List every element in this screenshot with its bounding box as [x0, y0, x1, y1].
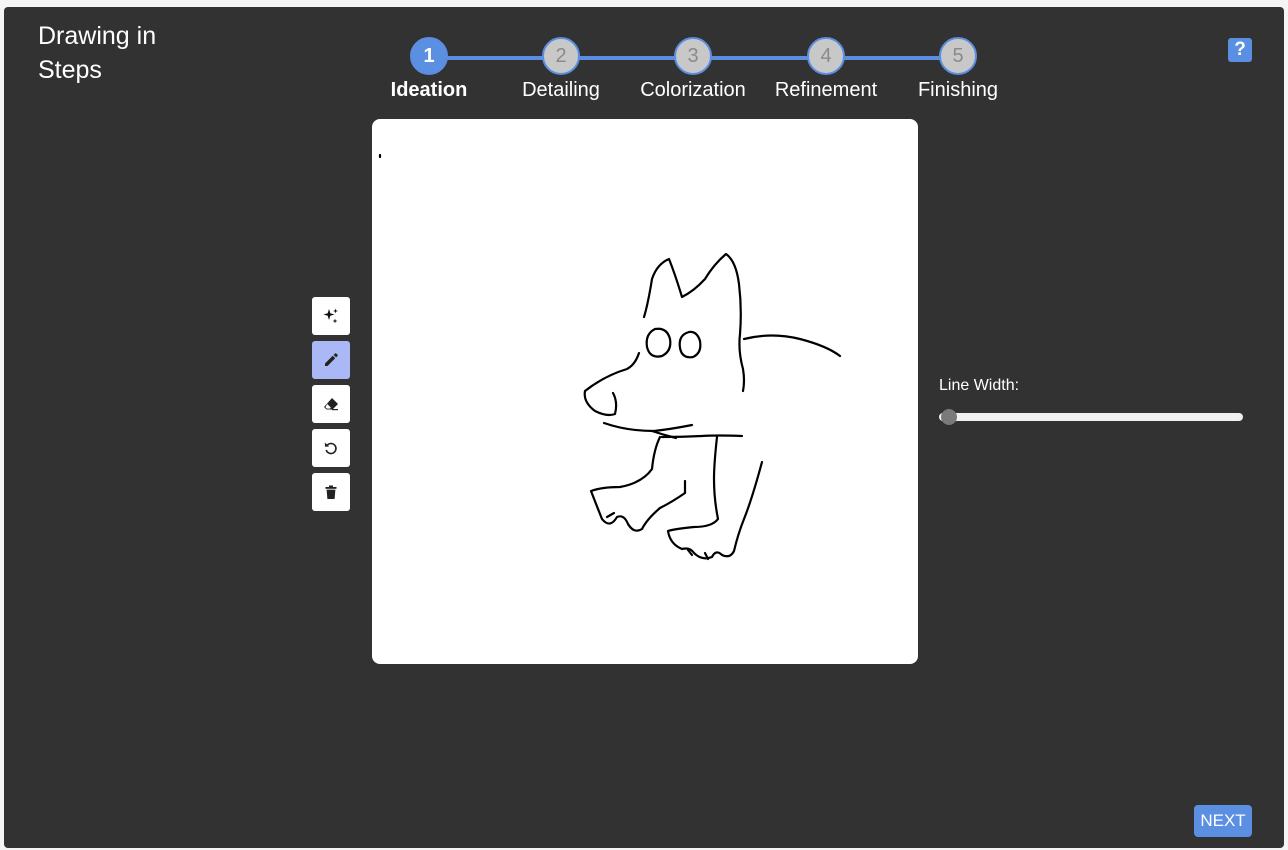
step-progress: 1 Ideation 2 Detailing 3 Colorization 4 …: [384, 37, 1024, 112]
undo-button[interactable]: [312, 429, 350, 467]
step-ideation[interactable]: 1 Ideation: [363, 37, 495, 103]
step-colorization[interactable]: 3 Colorization: [627, 37, 759, 103]
trash-icon: [325, 485, 337, 499]
pencil-icon: [325, 353, 338, 366]
sketch-drawing: [378, 153, 842, 561]
eraser-icon: [324, 398, 338, 411]
help-button[interactable]: ?: [1228, 38, 1252, 62]
eraser-tool-button[interactable]: [312, 385, 350, 423]
undo-icon: [324, 442, 337, 455]
line-width-label: Line Width:: [939, 377, 1020, 394]
drawing-canvas[interactable]: [372, 119, 918, 664]
step-label: Finishing: [917, 79, 999, 101]
tool-palette: [312, 297, 350, 517]
sparkle-icon: [323, 308, 338, 324]
line-width-slider[interactable]: [939, 409, 1243, 425]
app-title: Drawing in Steps: [38, 22, 157, 84]
step-label: Ideation: [390, 79, 468, 101]
step-finishing[interactable]: 5 Finishing: [892, 37, 1024, 103]
step-label: Colorization: [640, 79, 746, 101]
step-label: Refinement: [774, 79, 878, 101]
step-number: 2: [542, 37, 580, 75]
step-detailing[interactable]: 2 Detailing: [495, 37, 627, 103]
step-number: 5: [939, 37, 977, 75]
step-number: 4: [807, 37, 845, 75]
app-window: Drawing in Steps 1 Ideation 2 Detailing …: [4, 7, 1284, 848]
step-label: Detailing: [522, 79, 600, 101]
clear-canvas-button[interactable]: [312, 473, 350, 511]
ai-sparkle-button[interactable]: [312, 297, 350, 335]
step-refinement[interactable]: 4 Refinement: [760, 37, 892, 103]
step-number: 1: [410, 37, 448, 75]
next-button[interactable]: NEXT: [1194, 805, 1252, 837]
step-number: 3: [674, 37, 712, 75]
pencil-tool-button[interactable]: [312, 341, 350, 379]
slider-thumb[interactable]: [941, 409, 957, 425]
